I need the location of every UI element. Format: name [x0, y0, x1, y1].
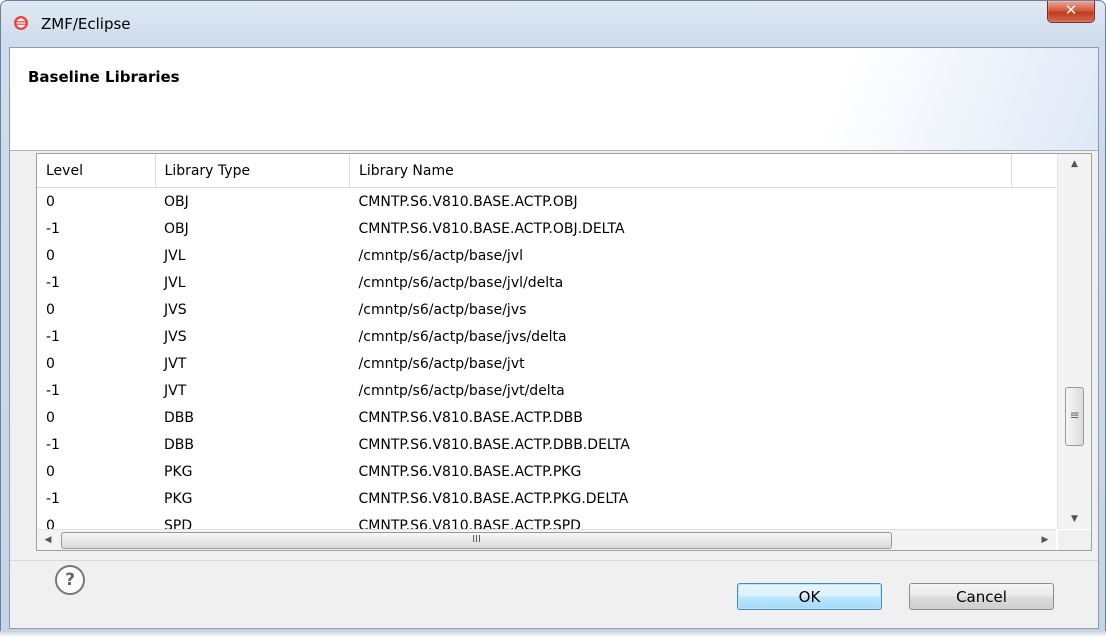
close-icon: ✕	[1064, 1, 1078, 19]
cell-level: 0	[46, 409, 55, 426]
cell-library-type: JVS	[164, 328, 187, 345]
cell-library-type: JVL	[164, 274, 186, 291]
table-row[interactable]: -1 DBB CMNTP.S6.V810.BASE.ACTP.DBB.DELTA	[37, 431, 1056, 458]
table-row[interactable]: 0 DBB CMNTP.S6.V810.BASE.ACTP.DBB	[37, 404, 1056, 431]
cell-filler	[1012, 458, 1056, 485]
scrollbar-corner	[1058, 530, 1091, 550]
table-viewport: Level Library Type Library Name 0 OBJ CM…	[37, 154, 1056, 529]
cell-level: 0	[46, 463, 55, 480]
title-bar: ZMF/Eclipse ✕	[1, 1, 1105, 47]
baseline-libraries-table: Level Library Type Library Name 0 OBJ CM…	[36, 153, 1092, 551]
table-row[interactable]: -1 OBJ CMNTP.S6.V810.BASE.ACTP.OBJ.DELTA	[37, 215, 1056, 242]
table-row[interactable]: -1 JVL /cmntp/s6/actp/base/jvl/delta	[37, 269, 1056, 296]
cell-library-type: JVT	[164, 355, 187, 372]
table-header-row: Level Library Type Library Name	[37, 154, 1056, 188]
scroll-up-icon[interactable]: ▲	[1058, 154, 1091, 174]
help-icon[interactable]: ?	[55, 565, 85, 595]
cell-level: -1	[46, 436, 60, 453]
scroll-down-icon[interactable]: ▼	[1058, 509, 1091, 529]
cell-filler	[1012, 215, 1056, 242]
cell-level: -1	[46, 490, 60, 507]
cell-library-name: /cmntp/s6/actp/base/jvl	[358, 247, 523, 264]
cell-filler	[1012, 188, 1056, 216]
horizontal-scroll-thumb[interactable]: III	[61, 532, 892, 549]
cancel-button[interactable]: Cancel	[909, 583, 1054, 610]
cell-library-type: SPD	[164, 517, 193, 530]
cell-library-type: DBB	[164, 436, 195, 453]
cell-level: 0	[46, 193, 55, 210]
table-row[interactable]: 0 PKG CMNTP.S6.V810.BASE.ACTP.PKG	[37, 458, 1056, 485]
cell-filler	[1012, 431, 1056, 458]
cell-filler	[1012, 485, 1056, 512]
grip-icon: ≡	[1069, 408, 1080, 422]
header-banner: Baseline Libraries	[10, 48, 1098, 151]
cell-library-name: CMNTP.S6.V810.BASE.ACTP.PKG	[358, 463, 582, 480]
table-row[interactable]: 0 OBJ CMNTP.S6.V810.BASE.ACTP.OBJ	[37, 188, 1056, 216]
cell-library-name: CMNTP.S6.V810.BASE.ACTP.OBJ	[358, 193, 578, 210]
cell-library-name: CMNTP.S6.V810.BASE.ACTP.PKG.DELTA	[358, 490, 629, 507]
column-header-level[interactable]: Level	[37, 154, 156, 188]
cell-filler	[1012, 377, 1056, 404]
column-header-library-type[interactable]: Library Type	[155, 154, 351, 188]
cell-library-type: JVT	[164, 382, 187, 399]
grip-icon: III	[472, 534, 481, 545]
ok-button[interactable]: OK	[737, 583, 882, 610]
cell-library-name: CMNTP.S6.V810.BASE.ACTP.DBB	[358, 409, 583, 426]
cell-library-type: PKG	[164, 463, 193, 480]
page-title: Baseline Libraries	[28, 68, 180, 86]
cell-library-type: JVL	[164, 247, 186, 264]
cell-library-type: PKG	[164, 490, 193, 507]
cell-library-name: CMNTP.S6.V810.BASE.ACTP.DBB.DELTA	[358, 436, 630, 453]
cell-library-name: /cmntp/s6/actp/base/jvs/delta	[358, 328, 567, 345]
cell-library-name: /cmntp/s6/actp/base/jvl/delta	[358, 274, 564, 291]
cell-level: 0	[46, 355, 55, 372]
footer-divider	[10, 560, 1098, 561]
vertical-scrollbar[interactable]: ▲ ≡ ▼	[1057, 154, 1091, 529]
scroll-left-icon[interactable]: ◀	[37, 530, 59, 550]
cell-library-name: /cmntp/s6/actp/base/jvs	[358, 301, 527, 318]
cell-level: 0	[46, 301, 55, 318]
cell-filler	[1012, 242, 1056, 269]
cell-library-name: /cmntp/s6/actp/base/jvt/delta	[358, 382, 565, 399]
table-row[interactable]: -1 PKG CMNTP.S6.V810.BASE.ACTP.PKG.DELTA	[37, 485, 1056, 512]
cell-library-name: CMNTP.S6.V810.BASE.ACTP.SPD	[358, 517, 581, 530]
cell-filler	[1012, 404, 1056, 431]
cell-library-type: JVS	[164, 301, 187, 318]
cell-filler	[1012, 512, 1056, 529]
column-header-library-name[interactable]: Library Name	[349, 154, 1013, 188]
cell-level: -1	[46, 382, 60, 399]
cell-library-type: OBJ	[164, 193, 189, 210]
table-row[interactable]: 0 JVL /cmntp/s6/actp/base/jvl	[37, 242, 1056, 269]
vertical-scroll-thumb[interactable]: ≡	[1065, 387, 1084, 446]
eclipse-logo-icon	[14, 16, 28, 30]
table-row[interactable]: 0 SPD CMNTP.S6.V810.BASE.ACTP.SPD	[37, 512, 1056, 530]
window-title: ZMF/Eclipse	[41, 15, 131, 33]
table-row[interactable]: 0 JVS /cmntp/s6/actp/base/jvs	[37, 296, 1056, 323]
cell-level: 0	[46, 247, 55, 264]
dialog-client-area: Baseline Libraries Level Library Type Li…	[9, 47, 1099, 629]
cell-level: -1	[46, 274, 60, 291]
cell-filler	[1012, 269, 1056, 296]
cell-library-name: CMNTP.S6.V810.BASE.ACTP.OBJ.DELTA	[358, 220, 625, 237]
close-button[interactable]: ✕	[1047, 1, 1095, 23]
cell-filler	[1012, 323, 1056, 350]
cell-level: -1	[46, 220, 60, 237]
cell-level: -1	[46, 328, 60, 345]
table-row[interactable]: 0 JVT /cmntp/s6/actp/base/jvt	[37, 350, 1056, 377]
cell-library-type: OBJ	[164, 220, 189, 237]
table-row[interactable]: -1 JVT /cmntp/s6/actp/base/jvt/delta	[37, 377, 1056, 404]
cell-library-type: DBB	[164, 409, 195, 426]
dialog-window: ZMF/Eclipse ✕ Baseline Libraries Level L…	[0, 0, 1106, 633]
cell-library-name: /cmntp/s6/actp/base/jvt	[358, 355, 525, 372]
column-header-filler	[1011, 154, 1056, 188]
table-row[interactable]: -1 JVS /cmntp/s6/actp/base/jvs/delta	[37, 323, 1056, 350]
horizontal-scrollbar[interactable]: ◀ III ▶	[37, 529, 1056, 550]
cell-level: 0	[46, 517, 55, 530]
libraries-table: Level Library Type Library Name 0 OBJ CM…	[37, 154, 1056, 529]
cell-filler	[1012, 350, 1056, 377]
scroll-right-icon[interactable]: ▶	[1034, 530, 1056, 550]
cell-filler	[1012, 296, 1056, 323]
window-shadow	[0, 631, 1106, 637]
